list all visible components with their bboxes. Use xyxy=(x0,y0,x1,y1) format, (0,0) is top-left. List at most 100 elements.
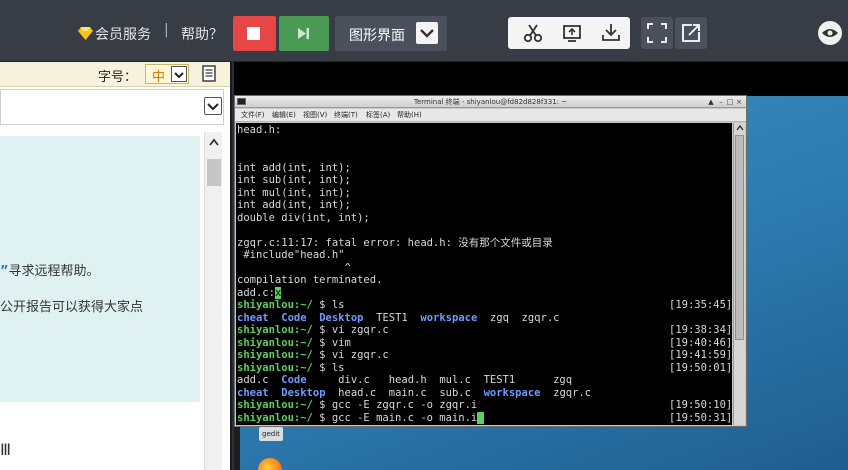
terminal-line: shiyanlou:~/ $ vi zgqr.c [19:41:59] xyxy=(237,349,732,362)
chevron-down-icon xyxy=(171,66,187,82)
menu-view[interactable]: 视图(V) xyxy=(303,110,327,121)
member-service-link[interactable]: 会员服务 xyxy=(78,24,151,44)
section-heading-fragment: Ⅲ xyxy=(0,440,12,459)
terminal-text: head.c main.c sub.c xyxy=(325,386,484,399)
top-toolbar: 会员服务 | 帮助？ 图形界面 xyxy=(0,0,848,62)
scrollbar-thumb[interactable] xyxy=(735,135,744,340)
terminal-text: div.c head.h mul.c TEST1 zgq xyxy=(306,374,573,386)
terminal-text: $ ls xyxy=(312,361,345,374)
section-select[interactable] xyxy=(0,89,224,125)
terminal-line: ^ xyxy=(237,262,350,275)
terminal-line: shiyanlou:~/ $ vi zgqr.c [19:38:34] xyxy=(237,324,732,337)
terminal-line: shiyanlou:~/ $ gcc -E zgqr.c -o zgqr.i [1… xyxy=(237,399,732,412)
terminal-line: zgqr.c:11:17: fatal error: head.h: 没有那个文… xyxy=(237,237,553,250)
fullscreen-button[interactable] xyxy=(641,17,673,49)
minimize-icon[interactable]: – xyxy=(717,98,725,106)
terminal-line: compilation terminated. xyxy=(237,274,382,287)
stop-button[interactable] xyxy=(233,16,276,51)
terminal-line: shiyanlou:~/ $ gcc -E main.c -o main.i [… xyxy=(237,411,732,425)
shell-prompt: shiyanlou:~/ xyxy=(237,399,313,411)
terminal-line: int add(int, int); xyxy=(237,199,351,212)
terminal-text: $ vim xyxy=(312,336,351,349)
shell-prompt: shiyanlou:~/ xyxy=(237,299,313,311)
screenshot-icon[interactable] xyxy=(561,22,583,44)
terminal-line: #include"head.h" xyxy=(237,249,344,262)
close-icon[interactable]: × xyxy=(735,98,743,106)
terminal-title: Terminal 终端 - shiyanlou@fd82d828f331: ~ xyxy=(413,98,568,106)
diamond-icon xyxy=(78,27,93,40)
terminal-text: compilation terminated. xyxy=(237,274,383,286)
chevron-up-icon[interactable] xyxy=(736,125,744,131)
download-icon[interactable] xyxy=(600,22,622,44)
terminal-line: head.h: xyxy=(237,124,281,137)
tip-text-remote-help: ”寻求远程帮助。 xyxy=(0,264,100,279)
terminal-text: TEST1 xyxy=(363,311,421,324)
terminal-text: int add(int, int); xyxy=(237,161,351,174)
terminal-menubar: 文件(F) 编辑(E) 视图(V) 终端(T) 标签(A) 帮助(H) xyxy=(235,109,746,122)
terminal-text: zgq zgqr.c xyxy=(477,311,560,324)
prompt-timestamp: [19:35:45] xyxy=(669,299,732,311)
terminal-text: $ ls xyxy=(312,299,345,311)
left-scrollbar[interactable] xyxy=(204,132,222,470)
menu-tabs[interactable]: 标签(A) xyxy=(366,110,390,121)
font-size-label: 字号： xyxy=(98,70,138,85)
desktop-icon-label[interactable]: gedit xyxy=(259,427,283,441)
shell-prompt: shiyanlou:~/ xyxy=(237,349,313,361)
help-link[interactable]: 帮助？ xyxy=(181,24,223,44)
terminal-screen[interactable]: head.h: int add(int, int); int sub(int, in… xyxy=(236,123,732,425)
cut-icon[interactable] xyxy=(522,22,544,44)
menu-help[interactable]: 帮助(H) xyxy=(397,110,422,121)
terminal-line: int add(int, int); xyxy=(237,162,351,175)
tool-group xyxy=(508,17,630,49)
prompt-timestamp: [19:50:10] xyxy=(669,399,732,411)
instructions-pane: 字号： 中 ”寻求远程帮助。 公开报告可以获得大家点 Ⅲ xyxy=(0,62,232,470)
shell-prompt: shiyanlou:~/ xyxy=(237,324,313,336)
directory-name: Code xyxy=(281,374,307,386)
stop-icon xyxy=(247,27,260,40)
terminal-line: shiyanlou:~/ $ ls [19:50:01] xyxy=(237,361,732,375)
terminal-text: $ gcc -E main.c -o main.i xyxy=(312,411,478,424)
maximize-icon[interactable]: □ xyxy=(726,98,734,106)
terminal-scrollbar[interactable] xyxy=(733,123,745,425)
font-size-select[interactable]: 中 xyxy=(145,64,189,85)
terminal-window[interactable]: Terminal 终端 - shiyanlou@fd82d828f331: ~ … xyxy=(234,95,747,427)
terminal-line: int sub(int, int); xyxy=(237,174,351,187)
terminal-line: add.c Code div.c head.h mul.c TEST1 zgq xyxy=(237,374,572,387)
terminal-text: $ vi zgqr.c xyxy=(312,349,389,361)
vm-desktop[interactable]: Terminal 终端 - shiyanlou@fd82d828f331: ~ … xyxy=(234,62,848,470)
font-size-value: 中 xyxy=(152,70,166,85)
terminal-text: add.c xyxy=(237,374,282,386)
chevron-down-icon xyxy=(416,22,438,44)
directory-name: Desktop xyxy=(319,311,364,324)
scrollbar-thumb[interactable] xyxy=(207,159,221,186)
terminal-text: zgqr.c:11:17: fatal error: head.h: 没有那个文… xyxy=(237,236,553,249)
document-icon[interactable] xyxy=(202,65,216,82)
directory-name: cheat xyxy=(237,386,269,399)
visibility-button[interactable] xyxy=(818,21,842,45)
directory-name: Desktop xyxy=(281,386,326,399)
popout-button[interactable] xyxy=(675,17,707,49)
terminal-text: int sub(int, int); xyxy=(237,174,351,186)
terminal-text: $ gcc -E zgqr.c -o zgqr.i xyxy=(312,399,478,411)
terminal-cursor: x xyxy=(274,286,282,299)
terminal-line: int mul(int, int); xyxy=(237,187,351,200)
terminal-line: add.c:x xyxy=(237,286,282,300)
prompt-timestamp: [19:40:46] xyxy=(669,336,732,349)
menu-edit[interactable]: 编辑(E) xyxy=(272,110,296,121)
terminal-text: add.c: xyxy=(237,286,275,299)
menu-file[interactable]: 文件(F) xyxy=(241,110,265,121)
display-mode-select[interactable]: 图形界面 xyxy=(335,16,447,51)
terminal-titlebar[interactable]: Terminal 终端 - shiyanlou@fd82d828f331: ~ … xyxy=(235,96,746,108)
shade-icon[interactable]: ▲ xyxy=(707,98,715,106)
fullscreen-icon xyxy=(647,23,667,43)
shell-prompt: shiyanlou:~/ xyxy=(237,361,313,374)
chevron-up-icon[interactable] xyxy=(209,138,219,146)
toolbar-divider: | xyxy=(164,22,169,38)
popout-icon xyxy=(682,24,700,42)
shell-prompt: shiyanlou:~/ xyxy=(237,336,313,349)
play-button[interactable] xyxy=(279,16,329,51)
terminal-line: cheat Code Desktop TEST1 workspace zgq z… xyxy=(237,312,559,325)
menu-terminal[interactable]: 终端(T) xyxy=(334,110,358,121)
